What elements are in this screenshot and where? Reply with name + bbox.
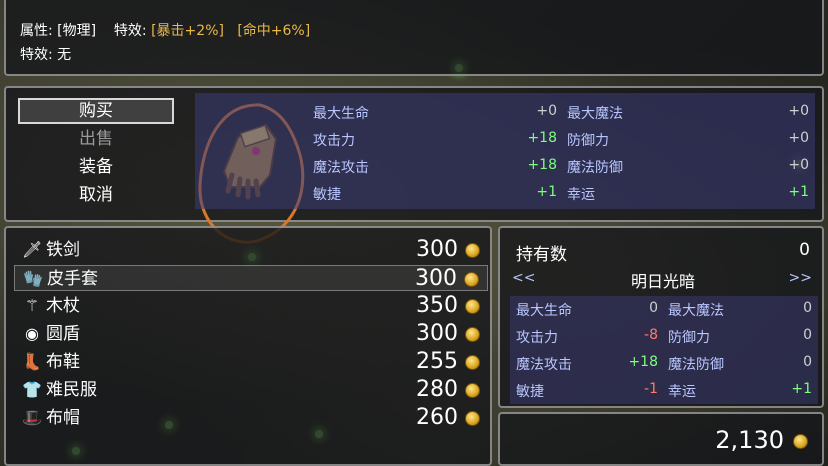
item-name: 铁剑: [46, 240, 80, 260]
char-stat-agility-value: -1: [644, 381, 658, 397]
glove-icon: 🧤: [23, 269, 43, 288]
list-item[interactable]: 👕 难民服 280: [14, 377, 488, 403]
char-stat-max-mp-label: 最大魔法: [668, 303, 724, 319]
stat-defense-label: 防御力: [567, 133, 609, 149]
item-info-panel: 属性: [物理] 特效: [暴击+2%] [命中+6%] 特效: 无: [4, 0, 824, 76]
item-name: 木杖: [46, 296, 80, 316]
clothes-icon: 👕: [22, 380, 42, 399]
item-price: 260: [416, 405, 458, 430]
boots-icon: 👢: [22, 352, 42, 371]
special-effect-line: 特效: 无: [20, 44, 71, 64]
stat-luck-label: 幸运: [567, 187, 595, 203]
hat-icon: 🎩: [22, 408, 42, 427]
gold-amount: 2,130: [715, 426, 784, 454]
char-stat-max-hp-label: 最大生命: [516, 303, 572, 319]
attribute-label: 属性:: [20, 23, 53, 39]
char-stat-attack-value: -8: [644, 327, 658, 343]
shield-icon: ◉: [25, 324, 39, 343]
item-price: 300: [416, 237, 458, 262]
char-stat-defense-value: 0: [803, 327, 812, 343]
stat-agility-label: 敏捷: [313, 187, 341, 203]
char-stat-max-hp-value: 0: [649, 300, 658, 316]
stat-max-hp-label: 最大生命: [313, 106, 369, 122]
char-stat-attack-label: 攻击力: [516, 330, 558, 346]
effect-label: 特效:: [113, 23, 147, 39]
char-stat-max-mp-value: 0: [803, 300, 812, 316]
coin-icon: [465, 243, 480, 258]
special-effect-label: 特效:: [20, 47, 53, 63]
sell-command[interactable]: 出售: [18, 126, 174, 152]
list-item[interactable]: 👢 布鞋 255: [14, 349, 488, 375]
char-stat-agility-label: 敏捷: [516, 384, 544, 400]
stat-max-hp-value: +0: [536, 103, 557, 119]
item-price: 300: [416, 321, 458, 346]
coin-icon: [793, 434, 808, 449]
char-stat-magic-attack-label: 魔法攻击: [516, 357, 572, 373]
next-character-button[interactable]: >>: [789, 270, 812, 286]
item-price: 280: [416, 377, 458, 402]
coin-icon: [465, 355, 480, 370]
list-item[interactable]: 🗡 铁剑 300: [14, 237, 488, 263]
special-effect-value: 无: [57, 47, 72, 63]
list-item[interactable]: 🎩 布帽 260: [14, 405, 488, 431]
item-price: 300: [415, 266, 457, 291]
coin-icon: [465, 411, 480, 426]
character-stat-changes: 最大生命 0 最大魔法 0 攻击力 -8 防御力 0 魔法攻击 +18 魔法防御…: [510, 296, 818, 404]
sword-icon: 🗡: [22, 240, 43, 259]
character-compare-panel: 持有数 0 << 明日光暗 >> 最大生命 0 最大魔法 0 攻击力 -8 防御…: [498, 226, 824, 408]
item-name: 圆盾: [46, 324, 80, 344]
item-name: 布帽: [46, 408, 80, 428]
coin-icon: [465, 383, 480, 398]
char-stat-magic-defense-value: 0: [803, 354, 812, 370]
stat-magic-defense-label: 魔法防御: [567, 160, 623, 176]
attribute-line: 属性: [物理] 特效: [暴击+2%] [命中+6%]: [20, 20, 310, 40]
stat-attack-label: 攻击力: [313, 133, 355, 149]
stat-max-mp-label: 最大魔法: [567, 106, 623, 122]
stat-agility-value: +1: [536, 184, 557, 200]
char-stat-magic-attack-value: +18: [628, 354, 658, 370]
stat-luck-value: +1: [788, 184, 809, 200]
staff-icon: ⚚: [24, 296, 40, 315]
coin-icon: [465, 327, 480, 342]
effect-crit: [暴击+2%]: [151, 23, 224, 39]
character-name: 明日光暗: [630, 272, 695, 291]
char-stat-luck-value: +1: [791, 381, 812, 397]
stat-magic-attack-label: 魔法攻击: [313, 160, 369, 176]
list-item[interactable]: ⚚ 木杖 350: [14, 293, 488, 319]
list-item-selected[interactable]: 🧤 皮手套 300: [14, 265, 488, 291]
attribute-value: [物理]: [57, 23, 97, 39]
gold-panel: 2,130: [498, 412, 824, 466]
item-price: 350: [416, 293, 458, 318]
stat-defense-value: +0: [788, 130, 809, 146]
stat-attack-value: +18: [527, 130, 557, 146]
char-stat-defense-label: 防御力: [668, 330, 710, 346]
stat-magic-attack-value: +18: [527, 157, 557, 173]
cancel-command[interactable]: 取消: [18, 182, 174, 208]
shop-item-list: 🗡 铁剑 300 🧤 皮手套 300 ⚚ 木杖 350 ◉ 圆盾 300 👢 布…: [4, 226, 492, 466]
equip-command[interactable]: 装备: [18, 154, 174, 180]
stat-change-preview: 最大生命 +0 最大魔法 +0 攻击力 +18 防御力 +0 魔法攻击 +18 …: [195, 93, 815, 209]
stat-magic-defense-value: +0: [788, 157, 809, 173]
item-name: 皮手套: [47, 269, 98, 289]
list-item[interactable]: ◉ 圆盾 300: [14, 321, 488, 347]
effect-hit: [命中+6%]: [237, 23, 311, 39]
owned-count-value: 0: [799, 240, 810, 260]
coin-icon: [465, 299, 480, 314]
item-name: 难民服: [46, 380, 97, 400]
item-price: 255: [416, 349, 458, 374]
char-stat-magic-defense-label: 魔法防御: [668, 357, 724, 373]
stat-max-mp-value: +0: [788, 103, 809, 119]
coin-icon: [464, 272, 479, 287]
buy-command[interactable]: 购买: [18, 98, 174, 124]
owned-count-label: 持有数: [516, 245, 567, 265]
item-name: 布鞋: [46, 352, 80, 372]
char-stat-luck-label: 幸运: [668, 384, 696, 400]
